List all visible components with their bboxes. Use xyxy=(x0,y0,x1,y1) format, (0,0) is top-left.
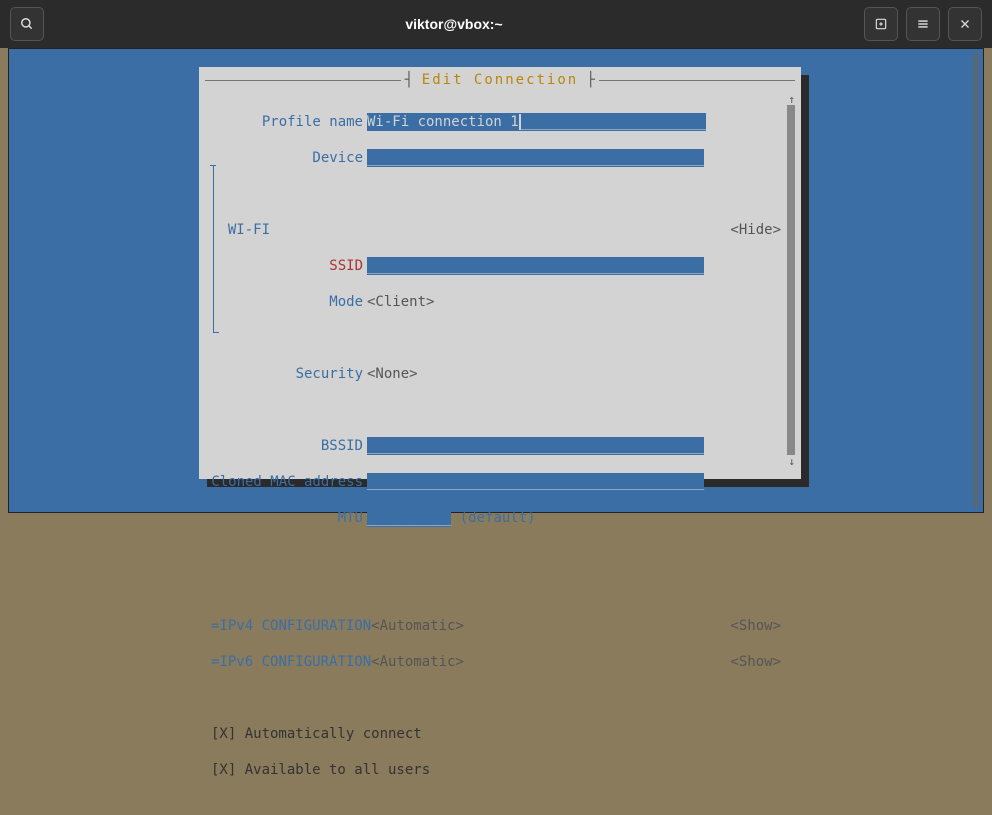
wifi-section-label: WI-FI xyxy=(228,221,270,239)
search-icon[interactable] xyxy=(10,7,44,41)
wifi-hide-button[interactable]: <Hide> xyxy=(730,221,781,239)
device-label: Device xyxy=(211,149,367,167)
bssid-field[interactable]: ________________________________________ xyxy=(367,437,704,455)
menu-icon[interactable] xyxy=(906,7,940,41)
window-title: viktor@vbox:~ xyxy=(44,16,864,32)
mtu-label: MTU xyxy=(211,509,367,527)
new-tab-icon[interactable] xyxy=(864,7,898,41)
profile-name-field[interactable]: Wi-Fi connection 1______________________ xyxy=(367,113,706,131)
titlebar: viktor@vbox:~ xyxy=(0,0,992,48)
security-label: Security xyxy=(211,365,367,383)
tui-dialog: ┤ Edit Connection ├ ↑ ↓ Profile nameWi-F… xyxy=(199,67,801,479)
close-icon[interactable] xyxy=(948,7,982,41)
ipv4-label: IPv4 CONFIGURATION xyxy=(219,617,371,635)
ipv4-show-button[interactable]: <Show> xyxy=(730,617,781,635)
ipv4-select[interactable]: <Automatic> xyxy=(371,617,464,635)
dialog-title: Edit Connection xyxy=(422,72,578,88)
mode-select[interactable]: <Client> xyxy=(367,293,781,311)
security-select[interactable]: <None> xyxy=(367,365,781,383)
ipv6-select[interactable]: <Automatic> xyxy=(371,653,464,671)
ipv6-label: IPv6 CONFIGURATION xyxy=(219,653,371,671)
mode-label: Mode xyxy=(211,293,367,311)
ssid-field[interactable]: ________________________________________ xyxy=(367,257,704,275)
scrollbar[interactable] xyxy=(787,105,795,455)
cloned-mac-label: Cloned MAC address xyxy=(211,473,367,491)
all-users-checkbox[interactable]: [X] Available to all users xyxy=(211,761,781,779)
ipv6-show-button[interactable]: <Show> xyxy=(730,653,781,671)
auto-connect-checkbox[interactable]: [X] Automatically connect xyxy=(211,725,781,743)
dialog-border: ┤ Edit Connection ├ xyxy=(205,71,795,89)
mtu-hint: (default) xyxy=(460,510,536,526)
cloned-mac-field[interactable]: ________________________________________ xyxy=(367,473,704,491)
ssid-label: SSID xyxy=(211,257,367,275)
scroll-down-icon[interactable]: ↓ xyxy=(788,453,795,471)
bssid-label: BSSID xyxy=(211,437,367,455)
terminal[interactable]: ┤ Edit Connection ├ ↑ ↓ Profile nameWi-F… xyxy=(8,48,984,513)
device-field[interactable]: ________________________________________ xyxy=(367,149,704,167)
dialog-body: Profile nameWi-Fi connection 1__________… xyxy=(211,95,781,469)
mtu-field[interactable]: __________ xyxy=(367,509,451,527)
profile-name-label: Profile name xyxy=(211,113,367,131)
